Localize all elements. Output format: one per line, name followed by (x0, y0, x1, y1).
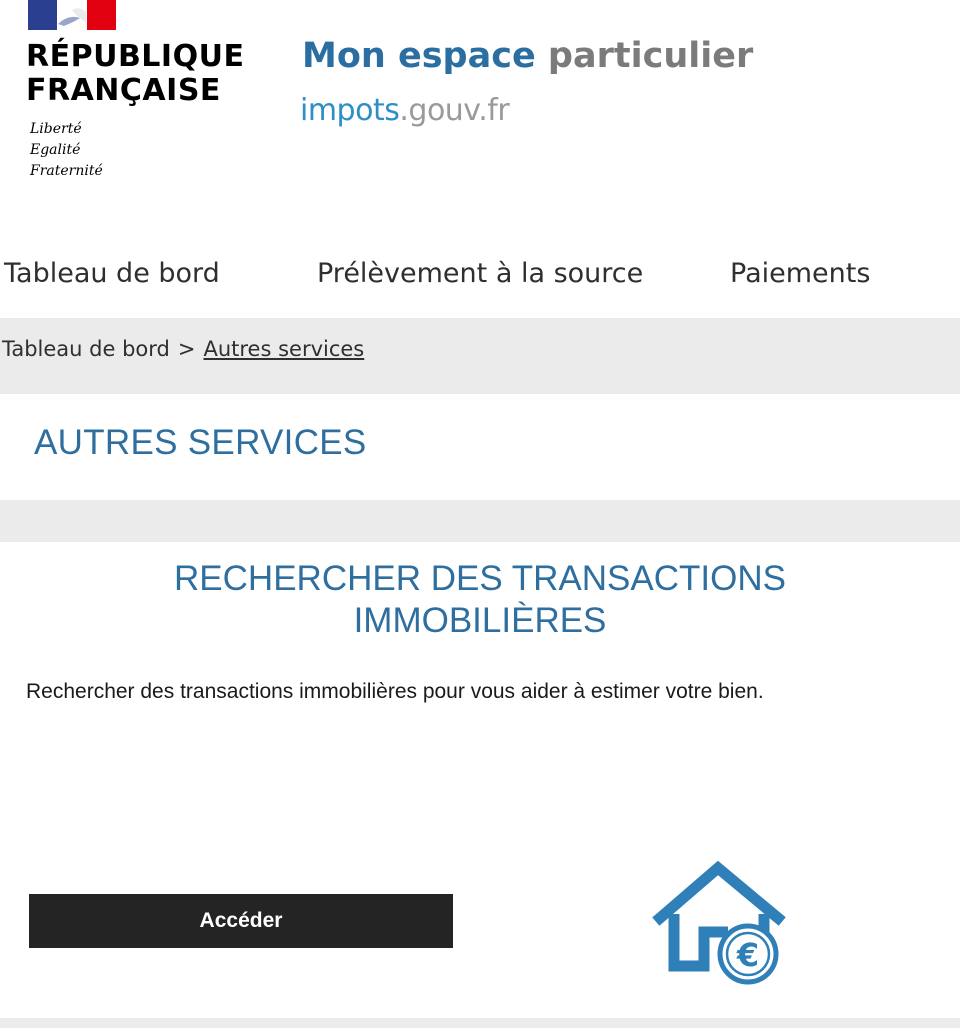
motto-fraternite: Fraternité (30, 163, 103, 179)
rf-line-2: FRANÇAISE (26, 73, 221, 108)
site-logo-part-b: .gouv.fr (399, 93, 510, 128)
breadcrumb-separator: > (177, 337, 196, 361)
card-title: RECHERCHER DES TRANSACTIONS IMMOBILIÈRES (0, 558, 960, 642)
card-title-line-2: IMMOBILIÈRES (353, 601, 607, 640)
republique-francaise-title: RÉPUBLIQUE FRANÇAISE (26, 40, 244, 108)
republic-motto: Liberté Egalité Fraternité (30, 119, 103, 182)
motto-liberte: Liberté (30, 121, 82, 137)
breadcrumb-trail: Tableau de bord > Autres services (2, 334, 364, 364)
page-title-panel: AUTRES SERVICES (0, 394, 960, 500)
site-header: RÉPUBLIQUE FRANÇAISE Liberté Egalité Fra… (0, 0, 960, 222)
site-logo-part-a: impots (300, 93, 400, 128)
main-navigation: Tableau de bord Prélèvement à la source … (0, 222, 960, 318)
motto-egalite: Egalité (30, 142, 81, 158)
svg-text:€: € (736, 936, 759, 974)
app-title-light: particulier (547, 36, 754, 76)
breadcrumb-current[interactable]: Autres services (203, 337, 364, 361)
breadcrumb-root[interactable]: Tableau de bord (2, 337, 170, 361)
nav-item-prelevement-a-la-source[interactable]: Prélèvement à la source (317, 256, 643, 292)
rf-line-1: RÉPUBLIQUE (26, 39, 245, 74)
marianne-flag-icon (28, 0, 116, 30)
app-title-strong: Mon espace (302, 36, 536, 76)
card-description: Rechercher des transactions immobilières… (26, 680, 764, 703)
page-title: AUTRES SERVICES (34, 423, 367, 462)
service-card-transactions: RECHERCHER DES TRANSACTIONS IMMOBILIÈRES… (0, 542, 960, 1018)
nav-item-tableau-de-bord[interactable]: Tableau de bord (4, 256, 220, 292)
card-title-line-1: RECHERCHER DES TRANSACTIONS (174, 559, 786, 598)
house-euro-icon: € (652, 860, 786, 985)
nav-item-paiements[interactable]: Paiements (730, 256, 870, 292)
acceder-button[interactable]: Accéder (29, 894, 453, 948)
breadcrumb: Tableau de bord > Autres services (0, 318, 960, 394)
impots-gouv-logo[interactable]: impots.gouv.fr (300, 93, 510, 129)
app-title: Mon espace particulier (302, 36, 753, 76)
